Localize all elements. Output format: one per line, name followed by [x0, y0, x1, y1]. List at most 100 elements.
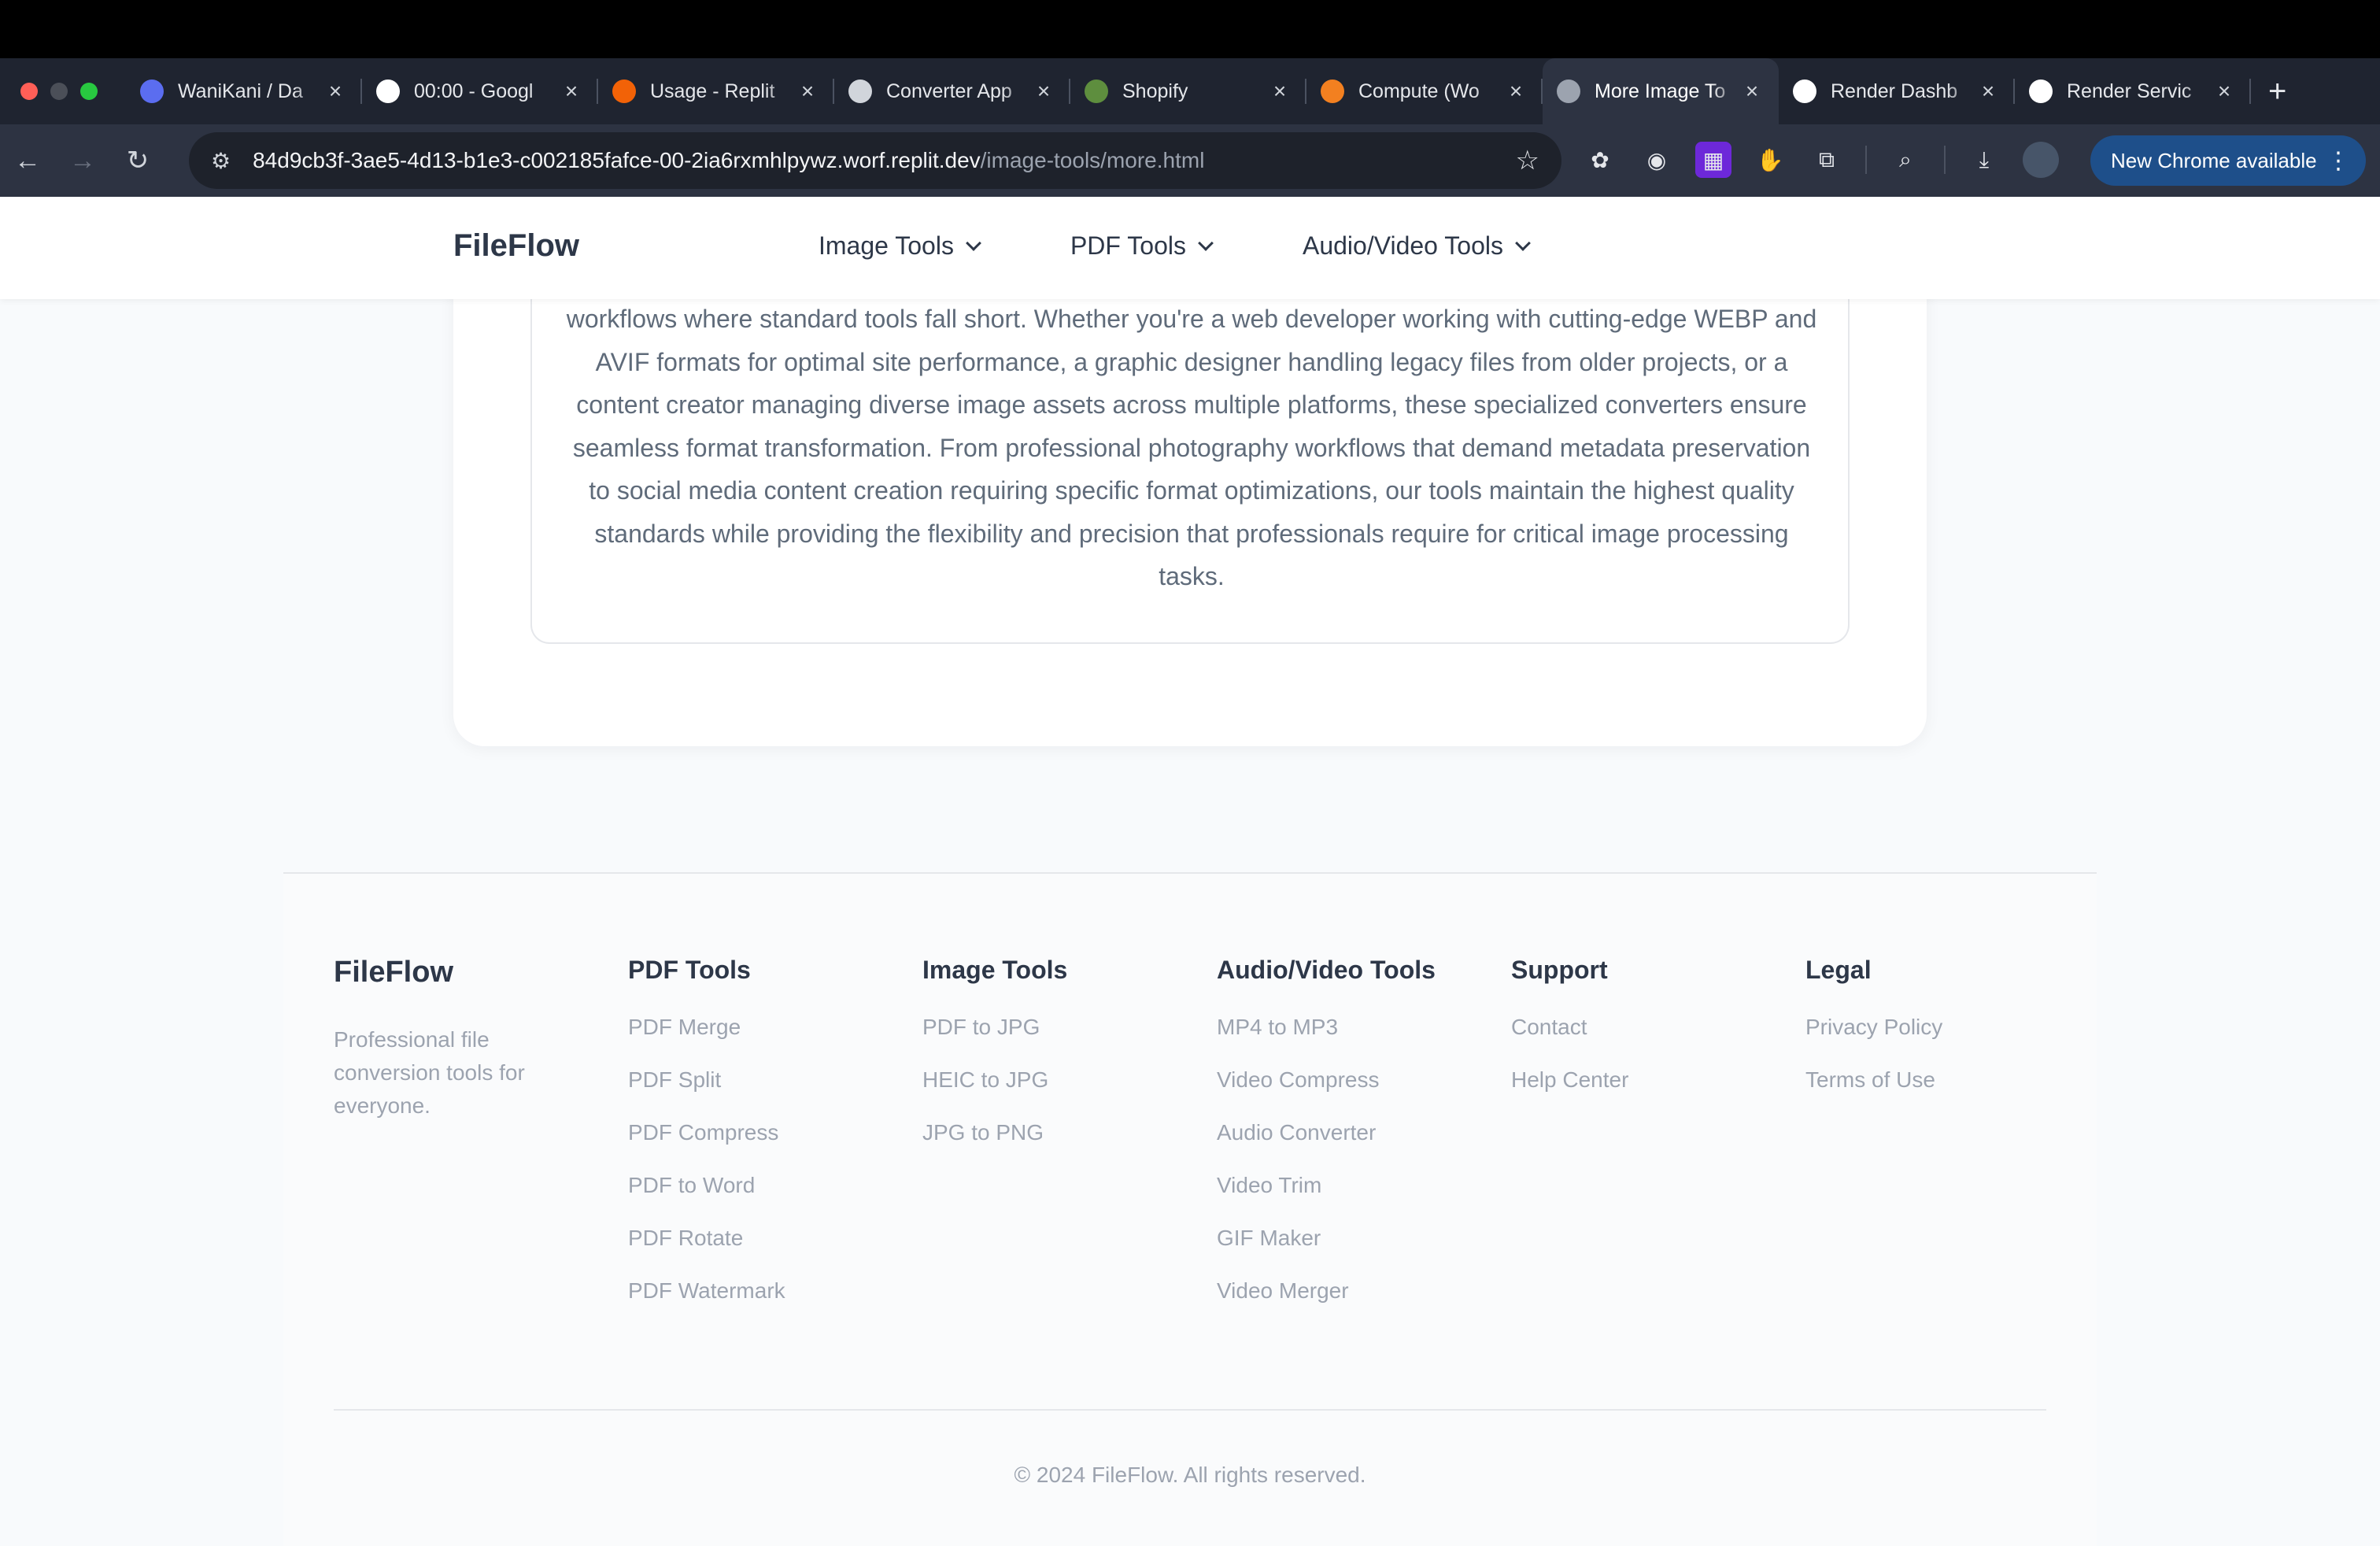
footer-link[interactable]: PDF to Word: [628, 1170, 896, 1222]
nav-image-tools[interactable]: Image Tools: [819, 231, 981, 261]
minimize-window-button[interactable]: [50, 83, 68, 100]
close-tab-icon[interactable]: ×: [1739, 79, 1765, 104]
toolbar-divider: [1944, 146, 1946, 174]
nav-audio-video-tools[interactable]: Audio/Video Tools: [1303, 231, 1531, 261]
close-tab-icon[interactable]: ×: [1975, 79, 2001, 104]
footer-link[interactable]: PDF to JPG: [922, 1012, 1190, 1064]
close-tab-icon[interactable]: ×: [2212, 79, 2237, 104]
replit-icon: [612, 80, 636, 103]
copyright-text: © 2024 FileFlow. All rights reserved.: [1014, 1463, 1366, 1487]
tab-title: Render Dashb: [1831, 80, 1958, 102]
footer-heading: Image Tools: [922, 956, 1068, 984]
footer-heading: Audio/Video Tools: [1217, 956, 1436, 984]
footer-link[interactable]: PDF Split: [628, 1064, 896, 1117]
close-window-button[interactable]: [20, 83, 38, 100]
browser-toolbar: ← → ↻ ⚙ 84d9cb3f-3ae5-4d13-b1e3-c002185f…: [0, 124, 2380, 197]
nav-pdf-tools[interactable]: PDF Tools: [1070, 231, 1214, 261]
address-bar[interactable]: ⚙ 84d9cb3f-3ae5-4d13-b1e3-c002185fafce-0…: [189, 132, 1561, 189]
footer-link-list: PDF to JPG HEIC to JPG JPG to PNG: [922, 1012, 1190, 1170]
footer-link[interactable]: PDF Compress: [628, 1117, 896, 1170]
tab-strip: WaniKani / Da × 00:00 - Googl × Usage - Repl…: [0, 58, 2380, 124]
footer-link[interactable]: Video Merger: [1217, 1275, 1484, 1328]
zoom-window-button[interactable]: [80, 83, 98, 100]
tab-search-icon[interactable]: ⌕: [1887, 142, 1924, 178]
footer-link[interactable]: PDF Merge: [628, 1012, 896, 1064]
bookmark-star-icon[interactable]: ☆: [1516, 145, 1539, 176]
footer-link[interactable]: Privacy Policy: [1805, 1012, 2073, 1064]
browser-tab[interactable]: Converter App ×: [834, 58, 1070, 124]
footer-link[interactable]: JPG to PNG: [922, 1117, 1190, 1170]
footer-heading: Support: [1511, 956, 1608, 984]
download-icon[interactable]: ⤓: [1966, 142, 2002, 178]
browser-tab[interactable]: Compute (Wo ×: [1306, 58, 1543, 124]
footer-column: Audio/Video Tools MP4 to MP3 Video Compres…: [1217, 956, 1484, 1328]
footer-link[interactable]: Help Center: [1511, 1064, 1779, 1117]
tabs: WaniKani / Da × 00:00 - Googl × Usage - Repl…: [126, 58, 2251, 124]
browser-tab[interactable]: Usage - Replit ×: [598, 58, 834, 124]
description-paragraph: workflows where standard tools fall shor…: [566, 305, 1817, 590]
close-tab-icon[interactable]: ×: [1267, 79, 1292, 104]
forward-button[interactable]: →: [55, 146, 110, 176]
back-button[interactable]: ←: [0, 146, 55, 176]
browser-tab[interactable]: WaniKani / Da ×: [126, 58, 362, 124]
chevron-down-icon: [1515, 235, 1531, 251]
close-tab-icon[interactable]: ×: [795, 79, 820, 104]
footer-link-list: PDF Merge PDF Split PDF Compress PDF to Wor…: [628, 1012, 896, 1328]
render-icon: [1793, 80, 1816, 103]
site-header: FileFlow Image Tools PDF Tools Audio/Vid…: [0, 197, 2380, 299]
footer-link[interactable]: GIF Maker: [1217, 1222, 1484, 1275]
footer-link[interactable]: Audio Converter: [1217, 1117, 1484, 1170]
reload-button[interactable]: ↻: [110, 145, 165, 176]
footer-link[interactable]: Terms of Use: [1805, 1064, 2073, 1117]
site-info-icon[interactable]: ⚙: [211, 148, 231, 174]
extension-icon[interactable]: ▦: [1695, 142, 1731, 178]
footer-column: Support Contact Help Center: [1511, 956, 1779, 1117]
url-text[interactable]: 84d9cb3f-3ae5-4d13-b1e3-c002185fafce-00-…: [253, 148, 1515, 173]
footer-link-list: MP4 to MP3 Video Compress Audio Converter V…: [1217, 1012, 1484, 1328]
cloudflare-icon: [1321, 80, 1344, 103]
footer-link[interactable]: MP4 to MP3: [1217, 1012, 1484, 1064]
profile-avatar[interactable]: [2023, 142, 2059, 178]
openai-icon: [848, 80, 872, 103]
close-tab-icon[interactable]: ×: [1503, 79, 1528, 104]
footer-link[interactable]: Video Trim: [1217, 1170, 1484, 1222]
browser-tab[interactable]: Shopify ×: [1070, 58, 1306, 124]
close-tab-icon[interactable]: ×: [559, 79, 584, 104]
tab-title: 00:00 - Googl: [414, 80, 534, 102]
site-logo[interactable]: FileFlow: [453, 228, 579, 264]
browser-tab[interactable]: Render Dashb ×: [1779, 58, 2015, 124]
new-tab-button[interactable]: +: [2268, 74, 2286, 109]
nav-label: Image Tools: [819, 231, 954, 260]
tab-title: Render Servic: [2067, 80, 2192, 102]
extension-icon[interactable]: ✋: [1752, 142, 1788, 178]
browser-tab[interactable]: Render Servic ×: [2015, 58, 2251, 124]
close-tab-icon[interactable]: ×: [1031, 79, 1056, 104]
extension-icon[interactable]: ✿: [1582, 142, 1618, 178]
footer-column: Legal Privacy Policy Terms of Use: [1805, 956, 2073, 1117]
footer-link-list: Privacy Policy Terms of Use: [1805, 1012, 2073, 1117]
content-card: workflows where standard tools fall shor…: [453, 236, 1927, 746]
browser-tab[interactable]: More Image To ×: [1543, 58, 1779, 124]
extensions-area: ✿ ◉ ▦ ✋ ⧉ ⌕ ⤓: [1582, 142, 2059, 178]
footer-logo: FileFlow: [334, 956, 453, 989]
footer-link[interactable]: Video Compress: [1217, 1064, 1484, 1117]
footer-heading: Legal: [1805, 956, 1872, 984]
update-chrome-button[interactable]: New Chrome available ⋮: [2090, 135, 2366, 186]
footer-heading: PDF Tools: [628, 956, 751, 984]
chevron-down-icon: [1198, 235, 1214, 251]
footer-link[interactable]: HEIC to JPG: [922, 1064, 1190, 1117]
menu-bar: [0, 0, 2380, 58]
close-tab-icon[interactable]: ×: [323, 79, 348, 104]
extension-icon[interactable]: ◉: [1639, 142, 1675, 178]
site-footer: FileFlow Professional file conversion to…: [283, 872, 2097, 1546]
browser-tab[interactable]: 00:00 - Googl ×: [362, 58, 598, 124]
render-icon: [2029, 80, 2053, 103]
footer-link[interactable]: PDF Watermark: [628, 1275, 896, 1328]
footer-link[interactable]: PDF Rotate: [628, 1222, 896, 1275]
tab-title: Usage - Replit: [650, 80, 775, 102]
more-menu-icon[interactable]: ⋮: [2326, 147, 2350, 175]
window-controls: [0, 83, 126, 100]
url-host: 84d9cb3f-3ae5-4d13-b1e3-c002185fafce-00-…: [253, 148, 981, 172]
footer-link[interactable]: Contact: [1511, 1012, 1779, 1064]
puzzle-icon[interactable]: ⧉: [1809, 142, 1845, 178]
